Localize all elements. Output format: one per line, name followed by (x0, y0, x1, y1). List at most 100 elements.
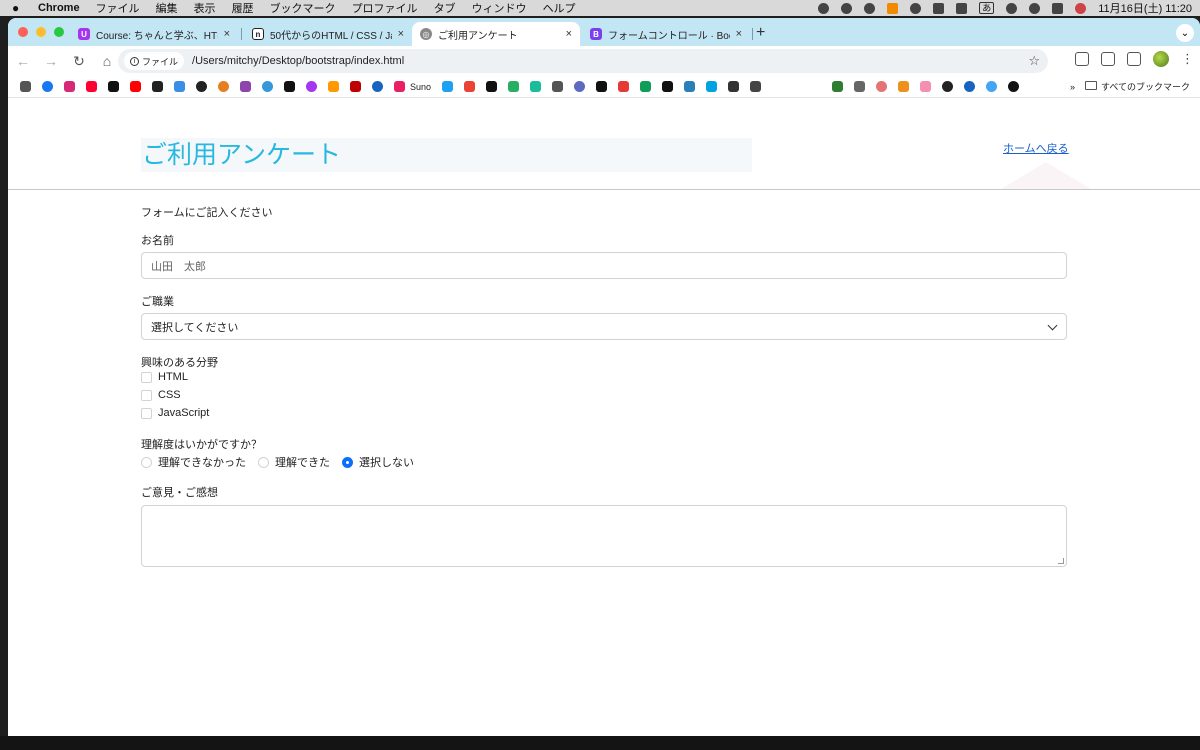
spiral-icon[interactable] (574, 81, 586, 92)
tab-search-button[interactable]: ⌄ (1176, 24, 1194, 42)
menu-help[interactable]: ヘルプ (543, 0, 576, 16)
creative-cloud-icon[interactable] (818, 2, 830, 14)
canva-icon[interactable] (530, 81, 542, 92)
heart-icon[interactable] (920, 81, 932, 92)
lambda-icon[interactable] (750, 81, 762, 92)
interest-option-css[interactable]: CSS (141, 389, 181, 401)
checkbox-javascript[interactable] (141, 407, 152, 419)
udemy-icon[interactable] (306, 81, 317, 92)
app-store-icon[interactable] (174, 81, 185, 92)
menu-edit[interactable]: 編集 (156, 0, 178, 16)
checkbox-css[interactable] (141, 389, 152, 401)
all-bookmarks-folder[interactable]: すべてのブックマーク (1084, 80, 1190, 93)
job-select[interactable]: 選択してください (141, 313, 1067, 340)
close-tab-icon[interactable]: × (566, 28, 572, 40)
control-center-icon[interactable] (1052, 2, 1064, 14)
name-input[interactable]: 山田 太郎 (141, 252, 1067, 279)
zenn-icon[interactable] (662, 81, 674, 92)
volume-icon[interactable] (933, 2, 945, 14)
menu-tab[interactable]: タブ (434, 0, 456, 16)
apple-icon[interactable] (152, 81, 163, 92)
reload-button[interactable]: ↻ (66, 53, 92, 70)
apple-menu-icon[interactable]: ● (12, 1, 26, 15)
profile-avatar[interactable] (1153, 51, 1169, 67)
bookmark-star-icon[interactable]: ☆ (1028, 53, 1040, 69)
feedly-icon[interactable] (640, 81, 652, 92)
dark-app-icon[interactable] (942, 81, 954, 92)
amazon-icon[interactable] (328, 81, 339, 92)
wifi-icon[interactable] (1006, 2, 1018, 14)
back-button[interactable]: ← (10, 53, 36, 69)
menu-file[interactable]: ファイル (96, 0, 140, 16)
menu-profiles[interactable]: プロファイル (352, 0, 418, 16)
twitter-icon[interactable] (442, 81, 454, 92)
gray-app-icon[interactable] (854, 81, 866, 92)
github-icon[interactable] (1008, 81, 1020, 92)
forward-button[interactable]: → (38, 53, 64, 69)
tab-bootstrap-docs[interactable]: B フォームコントロール · Bootstrap × (582, 22, 750, 46)
blue-app-icon[interactable] (964, 81, 976, 92)
url-text[interactable]: /Users/mitchy/Desktop/bootstrap/index.ht… (192, 55, 404, 67)
radio-label[interactable]: 選択しない (359, 454, 414, 470)
facebook-icon[interactable] (42, 81, 53, 92)
unsplash-icon[interactable] (486, 81, 498, 92)
tab-note-article[interactable]: n 50代からのHTML / CSS / Java × (244, 22, 412, 46)
w-icon[interactable] (898, 81, 910, 92)
suno-bookmark-label[interactable]: Suno (410, 82, 431, 92)
p-icon[interactable] (706, 81, 718, 92)
x-icon[interactable] (108, 81, 119, 92)
gmail-icon[interactable] (464, 81, 476, 92)
perplexity-icon[interactable] (262, 81, 273, 92)
app-menu-chrome[interactable]: Chrome (38, 2, 80, 14)
edge-icon[interactable] (372, 81, 383, 92)
rakuten-icon[interactable] (350, 81, 361, 92)
siri-icon[interactable] (1075, 2, 1087, 14)
openai-icon[interactable] (196, 81, 207, 92)
vlc-icon[interactable] (887, 2, 899, 14)
chatgpt-icon[interactable] (841, 2, 853, 14)
tab-survey-active[interactable]: ◎ ご利用アンケート × (412, 22, 580, 46)
interest-option-html[interactable]: HTML (141, 371, 188, 383)
radio-not-understood[interactable] (141, 456, 152, 468)
menu-view[interactable]: 表示 (194, 0, 216, 16)
close-tab-icon[interactable]: × (398, 28, 404, 40)
address-bar[interactable]: i ファイル /Users/mitchy/Desktop/bootstrap/i… (118, 49, 1048, 73)
checkbox-html[interactable] (141, 371, 152, 383)
close-tab-icon[interactable]: × (224, 28, 230, 40)
note-icon[interactable] (284, 81, 295, 92)
qr-icon[interactable] (728, 81, 740, 92)
instagram-icon[interactable] (64, 81, 75, 92)
capcut-icon[interactable] (596, 81, 608, 92)
comment-textarea[interactable] (141, 505, 1067, 567)
site-info-chip[interactable]: i ファイル (124, 52, 185, 70)
zoom-window-button[interactable] (54, 27, 64, 37)
spotlight-search-icon[interactable] (1029, 2, 1041, 14)
extensions-puzzle-icon[interactable] (1101, 52, 1115, 66)
yahoo-icon[interactable] (86, 81, 97, 92)
android-icon[interactable] (832, 81, 844, 92)
minimize-window-button[interactable] (36, 27, 46, 37)
apps-grid-icon[interactable] (20, 81, 31, 92)
input-method-indicator[interactable]: あ (979, 2, 995, 14)
interest-option-javascript[interactable]: JavaScript (141, 407, 209, 419)
more-bookmarks-chevron-icon[interactable]: » (1070, 82, 1075, 92)
claude-icon[interactable] (218, 81, 229, 92)
icloud-icon[interactable] (864, 2, 876, 14)
radio-understood[interactable] (258, 456, 269, 468)
menu-history[interactable]: 履歴 (232, 0, 254, 16)
adobe-icon[interactable] (618, 81, 630, 92)
home-link[interactable]: ホームへ戻る (1003, 140, 1069, 156)
cloud-app-icon[interactable] (986, 81, 998, 92)
extension-action-icon[interactable] (1075, 52, 1089, 66)
radio-no-selection[interactable] (342, 456, 353, 468)
close-tab-icon[interactable]: × (736, 28, 742, 40)
tab-udemy-course[interactable]: U Course: ちゃんと学ぶ、HTML/C × (70, 22, 238, 46)
camera-icon[interactable] (552, 81, 564, 92)
reading-list-icon[interactable] (1127, 52, 1141, 66)
suno-icon[interactable] (394, 81, 405, 92)
bluetooth-icon[interactable] (956, 2, 968, 14)
youtube-icon[interactable] (130, 81, 141, 92)
close-window-button[interactable] (18, 27, 28, 37)
menu-bookmarks[interactable]: ブックマーク (270, 0, 336, 16)
radio-label[interactable]: 理解できた (275, 454, 330, 470)
